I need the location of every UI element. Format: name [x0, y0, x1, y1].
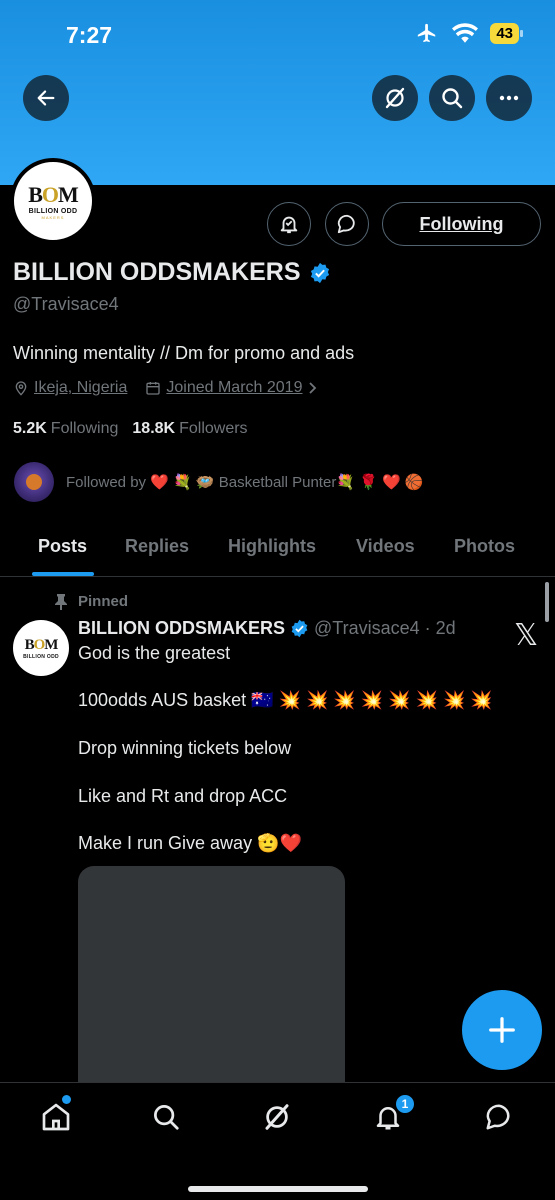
following-stat[interactable]: 5.2K Following [13, 420, 118, 438]
grok-button[interactable] [372, 75, 418, 121]
following-count: 5.2K [13, 420, 47, 437]
message-icon [337, 214, 355, 234]
search-button[interactable] [429, 75, 475, 121]
followed-by-row[interactable]: Followed by ❤️ 💐 🪺 Basketball Punter💐 🌹 … [14, 462, 424, 502]
post-text-line: 100odds AUS basket 🇦🇺 💥 💥 💥 💥 💥 💥 💥 💥 [78, 690, 493, 710]
compose-button[interactable] [462, 990, 542, 1070]
home-indicator[interactable] [188, 1186, 368, 1192]
post-author-avatar[interactable]: BOM BILLION ODD [13, 620, 69, 676]
bottom-navigation [0, 1082, 555, 1200]
notification-badge: 1 [394, 1093, 416, 1115]
x-logo-icon: 𝕏 [514, 618, 539, 653]
nav-messages[interactable] [474, 1097, 524, 1137]
search-icon [154, 1105, 179, 1130]
logo-subtitle-2: MAKERS [41, 215, 65, 220]
profile-banner: 7:27 43 [0, 0, 555, 185]
following-label: Following [50, 420, 119, 437]
profile-avatar[interactable]: BOM BILLION ODD MAKERS [10, 158, 96, 244]
scrollbar[interactable] [545, 582, 549, 622]
profile-name-row: BILLION ODDSMAKERS [13, 258, 331, 287]
notifications-toggle-button[interactable] [267, 202, 311, 246]
battery-indicator: 43 [490, 22, 523, 44]
profile-bio: Winning mentality // Dm for promo and ad… [13, 343, 355, 363]
post-header: BILLION ODDSMAKERS @Travisace4 · 2d [78, 618, 456, 639]
followers-count: 18.8K [132, 420, 176, 437]
message-icon [486, 1104, 510, 1130]
search-icon [442, 88, 463, 109]
followers-stat[interactable]: 18.8K Followers [132, 420, 247, 438]
post-text-line: God is the greatest [78, 643, 231, 663]
back-button[interactable] [23, 75, 69, 121]
post-text-line: Like and Rt and drop ACC [78, 786, 288, 806]
chevron-right-icon [309, 382, 317, 394]
home-icon [42, 1103, 70, 1131]
grok-icon [385, 87, 405, 109]
tab-posts[interactable]: Posts [38, 536, 87, 557]
post-media[interactable] [78, 866, 345, 1096]
tab-replies[interactable]: Replies [125, 536, 189, 557]
profile-stats: 5.2K Following 18.8K Followers [13, 420, 248, 438]
active-tab-indicator [32, 572, 94, 576]
more-icon [499, 95, 519, 101]
nav-search[interactable] [141, 1097, 191, 1137]
back-arrow-icon [37, 90, 55, 106]
airplane-icon [418, 23, 436, 43]
logo-mark: BOM [28, 182, 79, 207]
tab-photos[interactable]: Photos [454, 536, 515, 557]
profile-tabs: Posts Replies Highlights Videos Photos [0, 520, 555, 577]
pinned-label: Pinned [78, 593, 129, 610]
status-time: 7:27 [66, 22, 113, 48]
status-icons: 43 [414, 22, 523, 44]
followed-by-text: Followed by ❤️ 💐 🪺 Basketball Punter💐 🌹 … [66, 474, 424, 491]
pinned-label-row: Pinned [54, 593, 128, 610]
nav-grok[interactable] [252, 1097, 302, 1137]
notification-bell-icon [280, 216, 298, 234]
followers-label: Followers [179, 420, 248, 437]
joined-item[interactable]: Joined March 2019 [145, 379, 319, 397]
joined-text[interactable]: Joined March 2019 [166, 379, 302, 397]
home-unread-dot [62, 1095, 71, 1104]
tab-highlights[interactable]: Highlights [228, 536, 316, 557]
post-logo-mark: BOM [24, 636, 59, 653]
profile-name: BILLION ODDSMAKERS [13, 258, 301, 286]
message-button[interactable] [325, 202, 369, 246]
post-logo-subtitle: BILLION ODD [23, 653, 59, 660]
wifi-icon [452, 23, 479, 43]
post-author-name[interactable]: BILLION ODDSMAKERS [78, 618, 285, 639]
location-icon [15, 381, 27, 396]
pin-icon [55, 593, 67, 610]
post-text-line: Make I run Give away 🫡❤️ [78, 833, 302, 853]
grok-icon [265, 1104, 289, 1130]
plus-icon [489, 1017, 515, 1043]
following-button[interactable]: Following [382, 202, 541, 246]
location-item[interactable]: Ikeja, Nigeria [13, 379, 127, 397]
verified-icon[interactable] [309, 262, 331, 284]
location-text[interactable]: Ikeja, Nigeria [34, 379, 127, 397]
post-handle-time: @Travisace4 · 2d [314, 618, 456, 638]
logo-subtitle: BILLION ODD [28, 208, 78, 215]
more-options-button[interactable] [486, 75, 532, 121]
follower-avatar [14, 462, 54, 502]
post-text-line: Drop winning tickets below [78, 738, 292, 758]
profile-handle: @Travisace4 [13, 294, 119, 314]
calendar-icon [146, 382, 161, 395]
nav-home[interactable] [31, 1097, 81, 1137]
profile-meta: Ikeja, Nigeria Joined March 2019 [13, 379, 337, 397]
tab-videos[interactable]: Videos [356, 536, 415, 557]
verified-icon [291, 619, 308, 638]
